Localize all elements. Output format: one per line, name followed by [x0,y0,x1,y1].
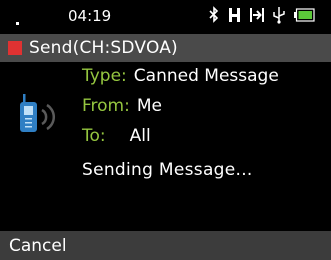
softkey-bar: Cancel [0,231,331,260]
type-label: Type: [82,66,127,86]
page-title: Send(CH:SDVOA) [29,38,178,58]
h-signal-icon [228,6,241,24]
from-label: From: [82,96,130,116]
to-label: To: [82,126,106,146]
to-value: All [129,126,151,146]
recording-indicator [8,41,22,55]
usb-icon [273,6,285,24]
message-to-row: To: All [82,126,151,146]
status-time: 04:19 [68,7,112,25]
sending-status: Sending Message... [82,160,253,180]
status-bar: 04:19 [0,0,331,34]
message-type-row: Type: Canned Message [82,66,279,86]
cancel-button[interactable]: Cancel [9,236,67,256]
status-icons [209,6,315,24]
radio-transmit-icon [14,94,76,146]
from-value: Me [136,96,162,116]
bluetooth-icon [209,6,219,24]
title-bar: Send(CH:SDVOA) [0,34,331,62]
status-dot [16,22,19,25]
call-forward-icon [250,6,264,24]
battery-icon [294,6,315,24]
type-value: Canned Message [133,66,279,86]
message-from-row: From: Me [82,96,162,116]
